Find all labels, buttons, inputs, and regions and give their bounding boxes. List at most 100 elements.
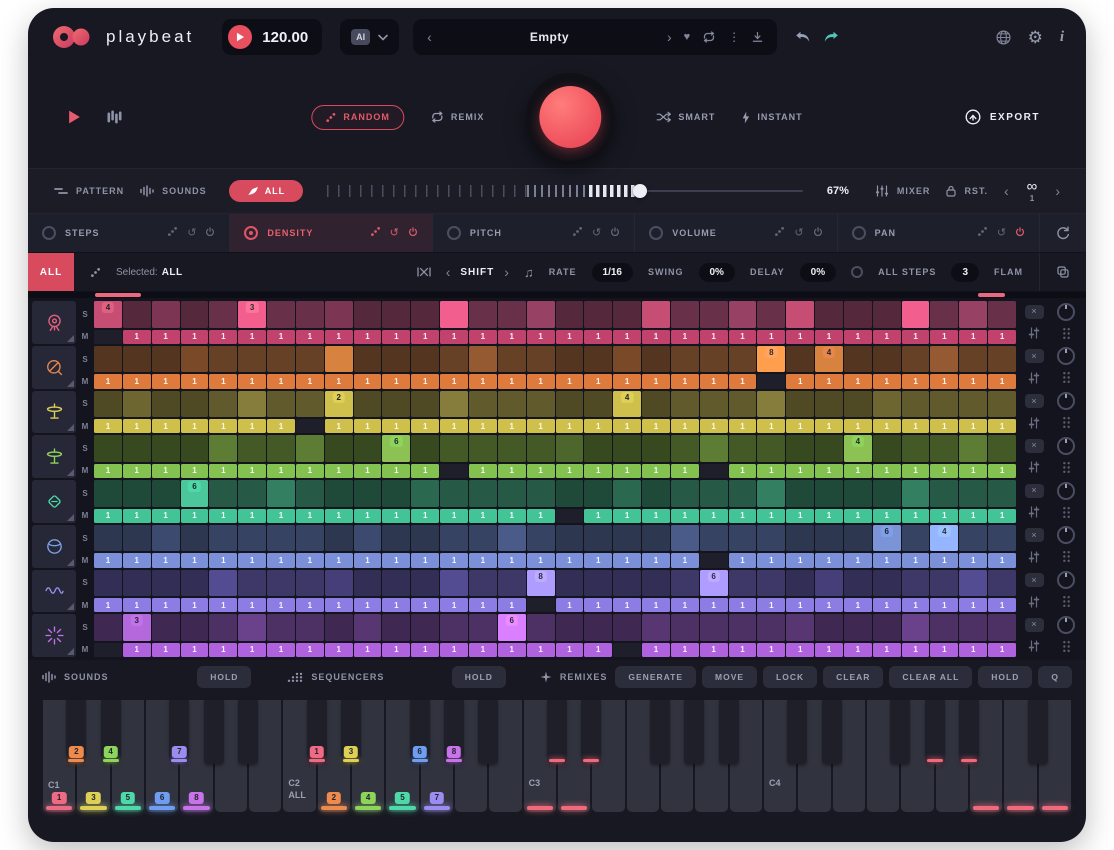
substep-cell[interactable]: 1 (757, 553, 785, 567)
substep-cell[interactable]: 1 (930, 374, 958, 388)
step-cell[interactable] (902, 301, 930, 328)
substep-cell[interactable]: 1 (440, 553, 468, 567)
more-options-icon[interactable]: ⋮ (728, 30, 740, 44)
step-cell[interactable]: 4 (844, 435, 872, 462)
substep-cell[interactable]: 1 (729, 509, 757, 523)
step-cell[interactable] (354, 570, 382, 597)
substep-cell[interactable]: 1 (786, 598, 814, 612)
step-cell[interactable] (411, 525, 439, 552)
substep-cell[interactable]: 1 (930, 509, 958, 523)
step-cell[interactable] (902, 435, 930, 462)
substep-cell[interactable] (556, 509, 584, 523)
substep-cell[interactable]: 1 (844, 464, 872, 478)
step-cell[interactable] (671, 301, 699, 328)
substep-cell[interactable]: 1 (296, 643, 324, 657)
step-cell[interactable] (671, 435, 699, 462)
tab-radio[interactable] (447, 226, 461, 240)
substep-cell[interactable]: 1 (786, 419, 814, 433)
step-cell[interactable] (267, 391, 295, 418)
sounds-tab[interactable]: SOUNDS (140, 185, 207, 197)
piano-key-black[interactable] (925, 700, 945, 764)
substep-cell[interactable]: 1 (815, 330, 843, 344)
substep-cell[interactable]: 1 (267, 643, 295, 657)
substep-cell[interactable]: 1 (959, 598, 987, 612)
step-cell[interactable] (296, 570, 324, 597)
tab-steps[interactable]: STEPS↺ (28, 214, 230, 252)
piano-key-black[interactable]: 4 (101, 700, 121, 764)
step-cell[interactable]: 2 (325, 391, 353, 418)
mixer-button[interactable]: MIXER (875, 185, 931, 197)
step-cell[interactable] (584, 301, 612, 328)
substep-cell[interactable]: 1 (613, 598, 641, 612)
step-cell[interactable] (786, 570, 814, 597)
step-cell[interactable] (729, 570, 757, 597)
step-cell[interactable] (556, 480, 584, 507)
step-cell[interactable] (123, 346, 151, 373)
step-cell[interactable] (325, 570, 353, 597)
substep-cell[interactable]: 1 (181, 553, 209, 567)
substep-cell[interactable]: 1 (786, 464, 814, 478)
step-cell[interactable] (844, 570, 872, 597)
track-5-button[interactable] (32, 480, 76, 523)
step-cell[interactable] (382, 346, 410, 373)
step-cell[interactable] (469, 480, 497, 507)
step-cell[interactable] (152, 570, 180, 597)
step-cell[interactable] (469, 346, 497, 373)
step-cell[interactable] (382, 480, 410, 507)
substep-cell[interactable]: 1 (757, 643, 785, 657)
substep-cell[interactable]: 1 (411, 598, 439, 612)
triplet-notes-icon[interactable]: ♫ (524, 265, 534, 280)
substep-cell[interactable]: 1 (757, 509, 785, 523)
shuffle-preset-icon[interactable] (702, 31, 716, 43)
clear-track-button[interactable]: × (1025, 484, 1044, 498)
step-cell[interactable] (94, 614, 122, 641)
substep-cell[interactable]: 1 (181, 598, 209, 612)
substep-cell[interactable]: 1 (181, 374, 209, 388)
substep-cell[interactable]: 1 (296, 330, 324, 344)
piano-key-black[interactable]: 2 (66, 700, 86, 764)
substep-cell[interactable]: 1 (815, 509, 843, 523)
step-cell[interactable] (757, 525, 785, 552)
step-cell[interactable] (527, 480, 555, 507)
substep-cell[interactable]: 1 (671, 553, 699, 567)
flam-label[interactable]: FLAM (994, 267, 1023, 277)
step-cell[interactable] (440, 525, 468, 552)
step-cell[interactable] (556, 614, 584, 641)
clear-track-button[interactable]: × (1025, 349, 1044, 363)
step-cell[interactable] (902, 346, 930, 373)
step-cell[interactable] (382, 570, 410, 597)
step-cell[interactable] (181, 570, 209, 597)
substep-cell[interactable]: 1 (700, 374, 728, 388)
step-cell[interactable] (700, 480, 728, 507)
substep-cell[interactable]: 1 (815, 464, 843, 478)
substep-cell[interactable]: 1 (902, 643, 930, 657)
step-cell[interactable] (94, 391, 122, 418)
step-cell[interactable] (584, 480, 612, 507)
step-cell[interactable] (123, 391, 151, 418)
step-cell[interactable] (354, 614, 382, 641)
substep-cell[interactable]: 1 (844, 419, 872, 433)
substep-cell[interactable]: 1 (498, 330, 526, 344)
piano-key-black[interactable]: 6 (410, 700, 430, 764)
step-cell[interactable] (642, 480, 670, 507)
substep-cell[interactable]: 1 (700, 509, 728, 523)
substep-cell[interactable]: 1 (238, 553, 266, 567)
substep-cell[interactable]: 1 (786, 553, 814, 567)
step-cell[interactable] (267, 614, 295, 641)
substep-cell[interactable]: 1 (815, 598, 843, 612)
step-cell[interactable] (296, 435, 324, 462)
reset-icon[interactable]: ↺ (187, 228, 196, 239)
substep-cell[interactable]: 1 (440, 374, 468, 388)
substep-cell[interactable]: 1 (729, 374, 757, 388)
step-cell[interactable] (642, 391, 670, 418)
step-cell[interactable] (873, 391, 901, 418)
substep-cell[interactable]: 1 (584, 464, 612, 478)
step-cell[interactable] (584, 346, 612, 373)
track-faders-icon[interactable] (1028, 506, 1040, 518)
step-cell[interactable] (209, 391, 237, 418)
substep-cell[interactable]: 1 (267, 374, 295, 388)
step-cell[interactable] (902, 480, 930, 507)
step-cell[interactable] (873, 301, 901, 328)
substep-cell[interactable]: 1 (354, 374, 382, 388)
piano-key-black[interactable] (787, 700, 807, 764)
